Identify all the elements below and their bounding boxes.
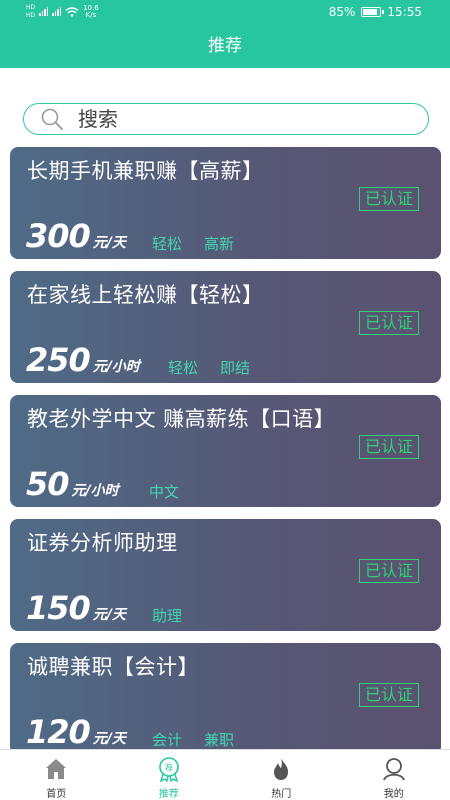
network-type-label: HD	[26, 4, 36, 11]
job-title: 长期手机兼职赚【高薪】	[27, 159, 264, 183]
price-value: 250	[26, 341, 91, 379]
verified-badge: 已认证	[358, 559, 419, 583]
price-value: 150	[26, 589, 91, 627]
tab-home[interactable]: 首页	[0, 750, 113, 800]
job-tag: 轻松	[152, 235, 183, 253]
recommend-badge-icon: 荐	[158, 757, 179, 782]
clock: 15:55	[387, 5, 422, 19]
job-card[interactable]: 长期手机兼职赚【高薪】 已认证 300 元/天 轻松 高新	[10, 147, 441, 259]
job-title: 教老外学中文 赚高薪练【口语】	[27, 407, 336, 431]
job-card[interactable]: 诚聘兼职【会计】 已认证 120 元/天 会计 兼职	[10, 643, 441, 755]
job-card[interactable]: 教老外学中文 赚高薪练【口语】 已认证 50 元/小时 中文	[10, 395, 441, 507]
job-price: 50 元/小时	[26, 465, 119, 503]
job-tag: 中文	[149, 483, 180, 501]
job-tag: 轻松	[168, 359, 199, 377]
price-unit: 元/天	[92, 607, 126, 623]
job-tags: 轻松 即结	[168, 357, 250, 378]
job-card[interactable]: 证券分析师助理 已认证 150 元/天 助理	[10, 519, 441, 631]
job-tags: 中文	[149, 481, 179, 502]
tab-label: 推荐	[158, 789, 179, 800]
status-bar: HD HD 10.6 K/s 85% 15:55	[0, 0, 450, 26]
price-unit: 元/天	[92, 731, 126, 747]
job-tags: 轻松 高新	[152, 233, 234, 254]
job-price: 120 元/天	[26, 713, 126, 751]
job-list: 长期手机兼职赚【高薪】 已认证 300 元/天 轻松 高新 在家线上轻松赚【轻松…	[10, 147, 441, 767]
job-title: 诚聘兼职【会计】	[27, 655, 199, 679]
home-icon	[46, 759, 67, 779]
job-title: 在家线上轻松赚【轻松】	[27, 283, 264, 307]
net-speed: 10.6 K/s	[83, 3, 99, 19]
job-tags: 助理	[152, 605, 182, 626]
tab-label: 热门	[271, 789, 292, 800]
search-input[interactable]	[78, 107, 378, 131]
tab-mine[interactable]: 我的	[338, 750, 450, 800]
page-title: 推荐	[0, 26, 450, 68]
job-card[interactable]: 在家线上轻松赚【轻松】 已认证 250 元/小时 轻松 即结	[10, 271, 441, 383]
job-tag: 兼职	[204, 731, 235, 749]
flame-icon	[274, 758, 289, 780]
job-tag: 会计	[152, 731, 183, 749]
price-value: 120	[26, 713, 91, 751]
network-type-label: HD	[26, 12, 36, 19]
bottom-tab-bar: 首页 荐 推荐 热门 我的	[0, 749, 450, 800]
user-icon	[382, 758, 405, 781]
job-tags: 会计 兼职	[152, 729, 234, 750]
status-right: 85% 15:55	[329, 5, 422, 19]
price-unit: 元/小时	[92, 359, 140, 375]
signal-icon	[39, 7, 49, 16]
battery-icon	[361, 7, 385, 17]
tab-recommend[interactable]: 荐 推荐	[113, 750, 226, 800]
tab-label: 首页	[46, 789, 67, 800]
verified-badge: 已认证	[358, 435, 419, 459]
svg-text:荐: 荐	[165, 763, 173, 773]
price-value: 300	[26, 217, 91, 255]
price-unit: 元/天	[92, 235, 126, 251]
job-tag: 助理	[152, 607, 183, 625]
verified-badge: 已认证	[358, 311, 419, 335]
price-value: 50	[26, 465, 70, 503]
search-icon	[41, 108, 63, 130]
verified-badge: 已认证	[358, 683, 419, 707]
job-price: 300 元/天	[26, 217, 126, 255]
signal-icon	[52, 7, 62, 16]
verified-badge: 已认证	[358, 187, 419, 211]
wifi-icon	[65, 6, 79, 17]
job-title: 证券分析师助理	[27, 531, 178, 555]
tab-label: 我的	[383, 789, 404, 800]
price-unit: 元/小时	[71, 483, 119, 499]
job-tag: 即结	[220, 359, 251, 377]
battery-percent: 85%	[328, 5, 356, 19]
job-price: 250 元/小时	[26, 341, 140, 379]
status-left: HD HD 10.6 K/s	[26, 4, 99, 19]
tab-hot[interactable]: 热门	[225, 750, 338, 800]
job-price: 150 元/天	[26, 589, 126, 627]
job-tag: 高新	[204, 235, 235, 253]
search-bar[interactable]	[23, 103, 429, 135]
